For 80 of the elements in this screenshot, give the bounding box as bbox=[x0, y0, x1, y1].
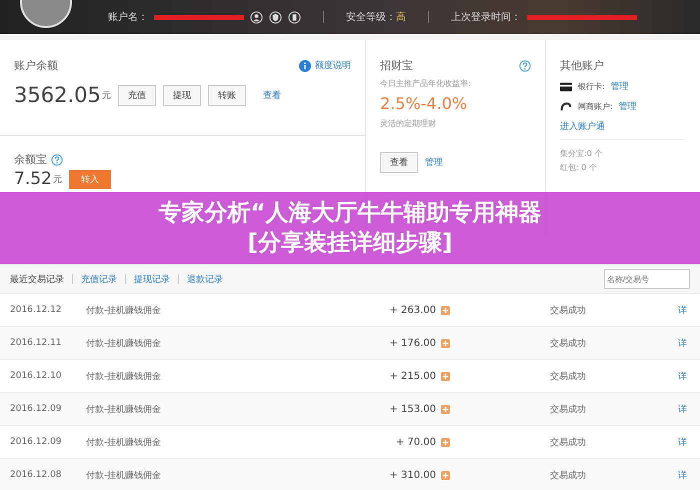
amount-cell-text: + 310.00 bbox=[388, 470, 436, 480]
transfer-in-button[interactable]: 转入 bbox=[68, 170, 111, 188]
search-field[interactable]: 名称/交易号 bbox=[604, 269, 690, 289]
person-icon[interactable] bbox=[250, 10, 263, 24]
action-button[interactable]: 转账 bbox=[208, 84, 246, 106]
plus-icon bbox=[441, 404, 450, 414]
amount-cell-text: + 70.00 bbox=[394, 436, 436, 448]
manage-link[interactable]: 管理 bbox=[610, 80, 629, 93]
info-icon bbox=[299, 60, 311, 72]
help-icon[interactable] bbox=[519, 60, 531, 72]
amount-cell-text: + 176.00 bbox=[388, 338, 436, 348]
status-cell-text: 交易成功 bbox=[550, 304, 587, 316]
details-link[interactable]: 详 bbox=[678, 304, 687, 316]
details-link[interactable]: 详 bbox=[678, 436, 687, 448]
security-level: 高 bbox=[396, 10, 406, 24]
plus-icon bbox=[441, 438, 450, 446]
description-cell-text: 付款-挂机赚钱佣金 bbox=[86, 370, 162, 382]
status-cell-text: 交易成功 bbox=[550, 436, 587, 448]
plus-icon bbox=[441, 372, 450, 380]
phone-icon[interactable] bbox=[288, 10, 301, 24]
details-link[interactable]: 详 bbox=[678, 370, 687, 382]
help-icon[interactable] bbox=[51, 154, 63, 166]
description-cell-text: 付款-挂机赚钱佣金 bbox=[86, 338, 162, 350]
action-button[interactable]: 充值 bbox=[118, 84, 156, 106]
yuebao-amount: 7.52 bbox=[14, 169, 52, 189]
plus-icon bbox=[441, 470, 450, 480]
amount-cell-text: + 263.00 bbox=[388, 304, 436, 316]
rate-caption: 今日主推产品年化收益率: bbox=[380, 78, 472, 89]
view-link[interactable]: 查看 bbox=[262, 88, 281, 102]
date-cell-text: 2016.12.10 bbox=[9, 371, 63, 381]
date-cell-text: 2016.12.08 bbox=[9, 470, 63, 480]
card-title: 余额宝 bbox=[14, 152, 47, 167]
security-label: 安全等级： bbox=[346, 10, 396, 24]
manage-link[interactable]: 管理 bbox=[425, 156, 443, 169]
amount-cell-text: + 215.00 bbox=[388, 370, 436, 382]
status-cell-text: 交易成功 bbox=[550, 470, 587, 482]
balance-amount: 3562.05 bbox=[14, 83, 101, 107]
account-link[interactable]: 进入账户通 bbox=[560, 120, 686, 133]
product-note: 灵活的定期理财 bbox=[380, 118, 437, 129]
card-title: 招财宝 bbox=[380, 58, 413, 73]
date-cell-text: 2016.12.09 bbox=[9, 437, 63, 447]
view-button[interactable]: 查看 bbox=[380, 152, 418, 173]
description-cell-text: 付款-挂机赚钱佣金 bbox=[86, 436, 162, 448]
stat-text: 集分宝:0 个 bbox=[560, 148, 604, 159]
description-cell-text: 付款-挂机赚钱佣金 bbox=[86, 304, 162, 316]
status-cell-text: 交易成功 bbox=[550, 404, 587, 416]
manage-link[interactable]: 管理 bbox=[618, 100, 637, 113]
plus-icon bbox=[441, 306, 450, 314]
card-icon bbox=[560, 80, 572, 92]
action-button[interactable]: 提现 bbox=[162, 84, 201, 106]
filter-tab[interactable]: 充值记录 bbox=[81, 272, 117, 286]
description-cell-text: 付款-挂机赚钱佣金 bbox=[86, 470, 162, 482]
currency-unit: 元 bbox=[102, 90, 111, 102]
date-cell-text: 2016.12.09 bbox=[9, 404, 63, 414]
account-label: 网商账户: bbox=[578, 101, 613, 112]
filter-tab[interactable]: 退款记录 bbox=[187, 272, 223, 286]
shield-icon[interactable] bbox=[269, 10, 282, 24]
description-cell-text: 付款-挂机赚钱佣金 bbox=[86, 404, 162, 416]
date-cell-text: 2016.12.11 bbox=[9, 338, 63, 348]
card-title: 账户余额 bbox=[14, 58, 58, 73]
interest-rate: 2.5%-4.0% bbox=[380, 94, 468, 113]
banner-text: 专家分析“人海大厅牛牛辅助专用神器 bbox=[158, 200, 542, 226]
last-login-label: 上次登录时间： bbox=[451, 10, 521, 24]
banner-text: [分享装挂详细步骤] bbox=[247, 230, 453, 256]
account-label: 账户名： bbox=[108, 10, 148, 24]
plus-icon bbox=[441, 338, 450, 348]
card-title: 其他账户 bbox=[560, 58, 605, 73]
details-link[interactable]: 详 bbox=[678, 336, 687, 350]
details-link[interactable]: 详 bbox=[678, 402, 687, 416]
status-cell-text: 交易成功 bbox=[550, 338, 587, 350]
stat-text: 红包: 0 个 bbox=[560, 162, 598, 173]
details-link[interactable]: 详 bbox=[678, 468, 687, 482]
amount-cell-text: + 153.00 bbox=[388, 404, 436, 414]
filter-tab[interactable]: 最近交易记录 bbox=[10, 272, 64, 286]
date-cell-text: 2016.12.12 bbox=[9, 305, 63, 315]
help-link[interactable]: 额度说明 bbox=[315, 59, 351, 72]
filter-tab[interactable]: 提现记录 bbox=[134, 272, 170, 286]
status-cell-text: 交易成功 bbox=[550, 370, 587, 382]
currency-unit: 元 bbox=[52, 174, 62, 186]
account-label: 银行卡: bbox=[578, 81, 605, 92]
